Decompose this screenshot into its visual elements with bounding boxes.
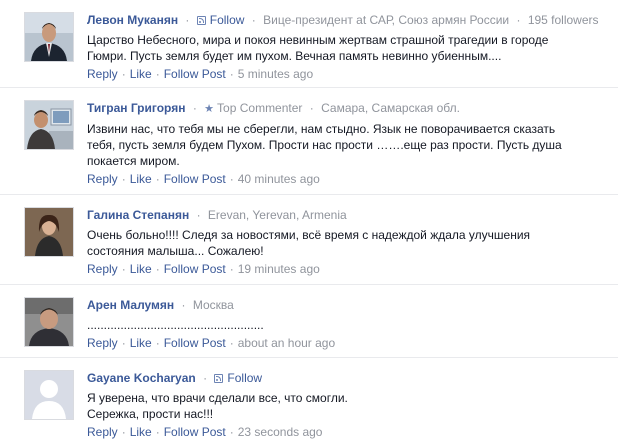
top-commenter-badge: Top Commenter xyxy=(217,101,303,115)
default-avatar-icon xyxy=(25,371,73,419)
user-photo xyxy=(25,208,73,256)
separator: · xyxy=(155,336,160,350)
separator: · xyxy=(229,67,234,81)
follow-link[interactable]: Follow xyxy=(210,13,245,27)
separator: · xyxy=(229,172,234,186)
author-detail: Вице-президент at САР, Союз армян России xyxy=(263,13,510,27)
comment-actions: Reply · Like · Follow Post · 40 minutes ago xyxy=(87,171,610,188)
follow-link[interactable]: Follow xyxy=(227,371,262,385)
author-detail: Москва xyxy=(192,298,234,312)
comment-line: Извини нас, что тебя мы не сберегли, нам… xyxy=(87,122,556,136)
user-photo xyxy=(25,13,73,61)
user-photo xyxy=(25,101,73,149)
comment-line: Гюмри. Пусть земля будет им пухом. Вечна… xyxy=(87,49,502,63)
avatar[interactable] xyxy=(24,207,74,257)
reply-link[interactable]: Reply xyxy=(87,336,118,350)
follow-post-link[interactable]: Follow Post xyxy=(164,172,226,186)
avatar[interactable] xyxy=(24,12,74,62)
separator: · xyxy=(121,67,126,81)
separator: · xyxy=(155,262,160,276)
timestamp[interactable]: about an hour ago xyxy=(238,336,335,350)
rss-follow-icon xyxy=(214,374,224,383)
timestamp[interactable]: 5 minutes ago xyxy=(238,67,313,81)
separator: · xyxy=(192,101,197,115)
comment-line: состояния малыша... Сожалею! xyxy=(87,244,264,258)
comment-text: Царство Небесного, мира и покоя невинным… xyxy=(87,32,610,64)
avatar[interactable] xyxy=(24,370,74,420)
separator: · xyxy=(196,208,201,222)
comment-actions: Reply · Like · Follow Post · 23 seconds ago xyxy=(87,424,610,441)
like-link[interactable]: Like xyxy=(130,425,152,439)
like-link[interactable]: Like xyxy=(130,172,152,186)
author-detail: Самара, Самарская обл. xyxy=(321,101,460,115)
reply-link[interactable]: Reply xyxy=(87,67,118,81)
comment-line: ........................................… xyxy=(87,318,264,332)
separator: · xyxy=(516,13,521,27)
like-link[interactable]: Like xyxy=(130,67,152,81)
timestamp[interactable]: 40 minutes ago xyxy=(238,172,320,186)
follow-post-link[interactable]: Follow Post xyxy=(164,336,226,350)
rss-follow-icon xyxy=(196,16,206,25)
separator: · xyxy=(309,101,314,115)
author-name[interactable]: Тигран Григорян xyxy=(87,101,185,115)
timestamp[interactable]: 19 minutes ago xyxy=(238,262,320,276)
separator: · xyxy=(251,13,256,27)
comment-text: Я уверена, что врачи сделали все, что см… xyxy=(87,390,610,422)
star-icon: ★ xyxy=(204,103,215,115)
reply-link[interactable]: Reply xyxy=(87,425,118,439)
separator: · xyxy=(229,262,234,276)
separator: · xyxy=(121,172,126,186)
follow-post-link[interactable]: Follow Post xyxy=(164,425,226,439)
separator: · xyxy=(229,425,234,439)
follow-post-link[interactable]: Follow Post xyxy=(164,262,226,276)
avatar[interactable] xyxy=(24,297,74,347)
comment: Тигран Григорян · ★ Top Commenter · Самар… xyxy=(0,88,618,195)
separator: · xyxy=(121,262,126,276)
separator: · xyxy=(185,13,190,27)
separator: · xyxy=(155,172,160,186)
separator: · xyxy=(155,67,160,81)
comment: Арен Малумян · Москва ..................… xyxy=(0,285,618,358)
comment-line: покается миром. xyxy=(87,154,180,168)
followers-count: 195 followers xyxy=(527,13,599,27)
comment-actions: Reply · Like · Follow Post · about an hour ago xyxy=(87,335,610,352)
comment: Галина Степанян · Erevan, Yerevan, Armen… xyxy=(0,195,618,285)
comment-text: ........................................… xyxy=(87,317,610,333)
comment-text: Извини нас, что тебя мы не сберегли, нам… xyxy=(87,121,610,169)
comment-line: Царство Небесного, мира и покоя невинным… xyxy=(87,33,549,47)
like-link[interactable]: Like xyxy=(130,336,152,350)
user-photo xyxy=(25,298,73,346)
separator: · xyxy=(203,371,208,385)
author-name[interactable]: Gayane Kocharyan xyxy=(87,371,196,385)
author-name[interactable]: Арен Малумян xyxy=(87,298,174,312)
comment: Левон Муканян · Follow · Вице-президент … xyxy=(0,0,618,88)
author-name[interactable]: Галина Степанян xyxy=(87,208,189,222)
comment-actions: Reply · Like · Follow Post · 5 minutes ago xyxy=(87,66,610,83)
timestamp[interactable]: 23 seconds ago xyxy=(238,425,323,439)
separator: · xyxy=(229,336,234,350)
avatar[interactable] xyxy=(24,100,74,150)
separator: · xyxy=(121,336,126,350)
reply-link[interactable]: Reply xyxy=(87,172,118,186)
comment-text: Очень больно!!!! Следя за новостями, всё… xyxy=(87,227,610,259)
like-link[interactable]: Like xyxy=(130,262,152,276)
follow-post-link[interactable]: Follow Post xyxy=(164,67,226,81)
author-name[interactable]: Левон Муканян xyxy=(87,13,178,27)
author-detail: Erevan, Yerevan, Armenia xyxy=(207,208,347,222)
comment-line: Очень больно!!!! Следя за новостями, всё… xyxy=(87,228,531,242)
separator: · xyxy=(155,425,160,439)
comment-line: тебя, пусть земля будем Пухом. Прости на… xyxy=(87,138,562,152)
comment-line: Я уверена, что врачи сделали все, что см… xyxy=(87,391,348,405)
reply-link[interactable]: Reply xyxy=(87,262,118,276)
separator: · xyxy=(181,298,186,312)
comment: Gayane Kocharyan · Follow Я уверена, что… xyxy=(0,358,618,446)
separator: · xyxy=(121,425,126,439)
comment-actions: Reply · Like · Follow Post · 19 minutes ago xyxy=(87,261,610,278)
comment-line: Сережка, прости нас!!! xyxy=(87,407,214,421)
